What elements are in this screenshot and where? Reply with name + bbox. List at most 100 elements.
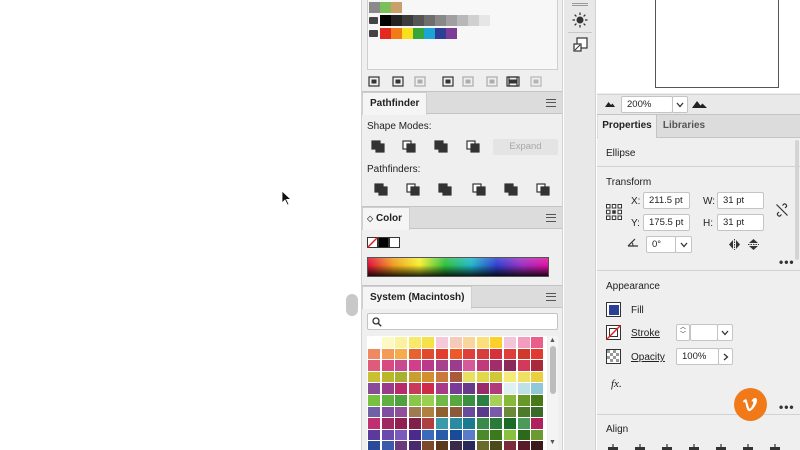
system-swatch[interactable] xyxy=(490,395,503,406)
system-swatch[interactable] xyxy=(395,360,408,371)
system-swatch[interactable] xyxy=(368,383,380,394)
unlink-proportions-icon[interactable] xyxy=(775,203,789,217)
system-swatch[interactable] xyxy=(490,429,503,441)
system-swatch[interactable] xyxy=(463,406,476,418)
system-swatch[interactable] xyxy=(395,337,408,348)
system-swatch[interactable] xyxy=(517,441,530,450)
system-swatch[interactable] xyxy=(408,337,421,348)
tab-color[interactable]: ◇ Color xyxy=(362,207,411,230)
panel-scroll-handle[interactable] xyxy=(346,294,358,316)
system-swatch[interactable] xyxy=(490,360,503,371)
system-swatch[interactable] xyxy=(449,395,462,406)
system-swatch[interactable] xyxy=(395,371,408,383)
more-transform-options-icon[interactable]: ••• xyxy=(779,255,795,269)
system-swatch[interactable] xyxy=(381,348,394,360)
system-swatch[interactable] xyxy=(368,429,380,441)
system-swatch[interactable] xyxy=(531,360,544,371)
system-swatch[interactable] xyxy=(449,418,462,429)
system-swatch[interactable] xyxy=(490,383,503,394)
system-swatch[interactable] xyxy=(517,406,530,418)
system-swatch[interactable] xyxy=(381,441,394,450)
stepper-up-icon[interactable]: ︿ xyxy=(677,325,689,332)
gray-swatch[interactable] xyxy=(468,15,479,26)
system-swatch[interactable] xyxy=(463,360,476,371)
align-center-h-icon[interactable] xyxy=(633,444,647,450)
system-swatch[interactable] xyxy=(381,429,394,441)
pattern-swatch[interactable] xyxy=(391,2,402,13)
system-swatch[interactable] xyxy=(449,441,462,450)
color-group-swatch[interactable] xyxy=(435,28,446,39)
system-swatch[interactable] xyxy=(422,395,435,406)
system-swatch[interactable] xyxy=(531,441,544,450)
panel-menu-icon[interactable] xyxy=(546,99,556,107)
system-swatch[interactable] xyxy=(368,395,380,406)
tab-properties[interactable]: Properties xyxy=(598,115,657,138)
expand-button[interactable]: Expand xyxy=(493,139,558,155)
system-swatch[interactable] xyxy=(504,395,516,406)
system-swatch[interactable] xyxy=(368,418,380,429)
system-swatch[interactable] xyxy=(368,348,380,360)
system-swatch[interactable] xyxy=(422,337,435,348)
color-group-swatch[interactable] xyxy=(413,28,424,39)
system-swatch[interactable] xyxy=(531,406,544,418)
system-swatch[interactable] xyxy=(463,429,476,441)
system-swatch[interactable] xyxy=(517,383,530,394)
gray-swatch[interactable] xyxy=(402,15,413,26)
shape-mode-3-icon[interactable] xyxy=(434,140,448,153)
trash-icon[interactable] xyxy=(530,76,542,87)
system-swatch[interactable] xyxy=(476,360,489,371)
system-swatch[interactable] xyxy=(368,406,380,418)
pathfinder-op-4-icon[interactable] xyxy=(472,183,486,196)
system-swatch[interactable] xyxy=(449,371,462,383)
swatch-libraries-icon[interactable] xyxy=(368,76,380,87)
system-swatch[interactable] xyxy=(463,337,476,348)
system-swatch[interactable] xyxy=(381,383,394,394)
system-swatch[interactable] xyxy=(395,418,408,429)
pathfinder-op-2-icon[interactable] xyxy=(406,183,420,196)
gray-swatch[interactable] xyxy=(435,15,446,26)
system-swatch[interactable] xyxy=(504,348,516,360)
system-swatch[interactable] xyxy=(395,441,408,450)
stepper-down-icon[interactable]: ﹀ xyxy=(677,332,689,339)
system-swatch[interactable] xyxy=(449,337,462,348)
system-swatch[interactable] xyxy=(395,406,408,418)
system-swatch[interactable] xyxy=(504,383,516,394)
system-swatch[interactable] xyxy=(436,441,448,450)
system-swatch[interactable] xyxy=(476,429,489,441)
system-swatch[interactable] xyxy=(463,441,476,450)
system-swatch[interactable] xyxy=(490,337,503,348)
opacity-expand-button[interactable] xyxy=(718,348,733,365)
collapse-arrows-icon[interactable]: ◇ xyxy=(367,214,373,223)
place-swatch-icon[interactable] xyxy=(414,76,426,87)
stroke-label[interactable]: Stroke xyxy=(631,328,660,339)
stroke-weight-dropdown-button[interactable] xyxy=(717,324,733,341)
system-swatch[interactable] xyxy=(422,406,435,418)
color-group-swatch[interactable] xyxy=(424,28,435,39)
pathfinder-op-6-icon[interactable] xyxy=(536,183,550,196)
height-field[interactable]: 31 pt xyxy=(717,214,764,231)
gray-swatch[interactable] xyxy=(457,15,468,26)
zoom-dropdown-button[interactable] xyxy=(672,96,688,113)
scroll-down-arrow-icon[interactable]: ▼ xyxy=(549,439,556,446)
shape-mode-2-icon[interactable] xyxy=(402,140,416,153)
system-swatch[interactable] xyxy=(422,360,435,371)
system-swatch[interactable] xyxy=(504,371,516,383)
system-swatch[interactable] xyxy=(504,337,516,348)
new-swatch-icon[interactable] xyxy=(508,76,520,87)
system-swatch[interactable] xyxy=(490,348,503,360)
swatch-options-icon[interactable] xyxy=(442,76,454,87)
system-swatch[interactable] xyxy=(381,395,394,406)
system-swatch[interactable] xyxy=(463,348,476,360)
system-swatch[interactable] xyxy=(395,429,408,441)
system-swatch[interactable] xyxy=(422,371,435,383)
system-swatch[interactable] xyxy=(531,429,544,441)
system-swatch[interactable] xyxy=(476,441,489,450)
color-group-swatch[interactable] xyxy=(380,28,391,39)
system-swatch[interactable] xyxy=(368,441,380,450)
properties-scrollbar[interactable] xyxy=(795,140,799,260)
panel-menu-icon[interactable] xyxy=(546,214,556,222)
scroll-thumb[interactable] xyxy=(550,346,556,394)
system-swatch[interactable] xyxy=(463,371,476,383)
system-swatch[interactable] xyxy=(476,371,489,383)
system-swatch[interactable] xyxy=(422,441,435,450)
